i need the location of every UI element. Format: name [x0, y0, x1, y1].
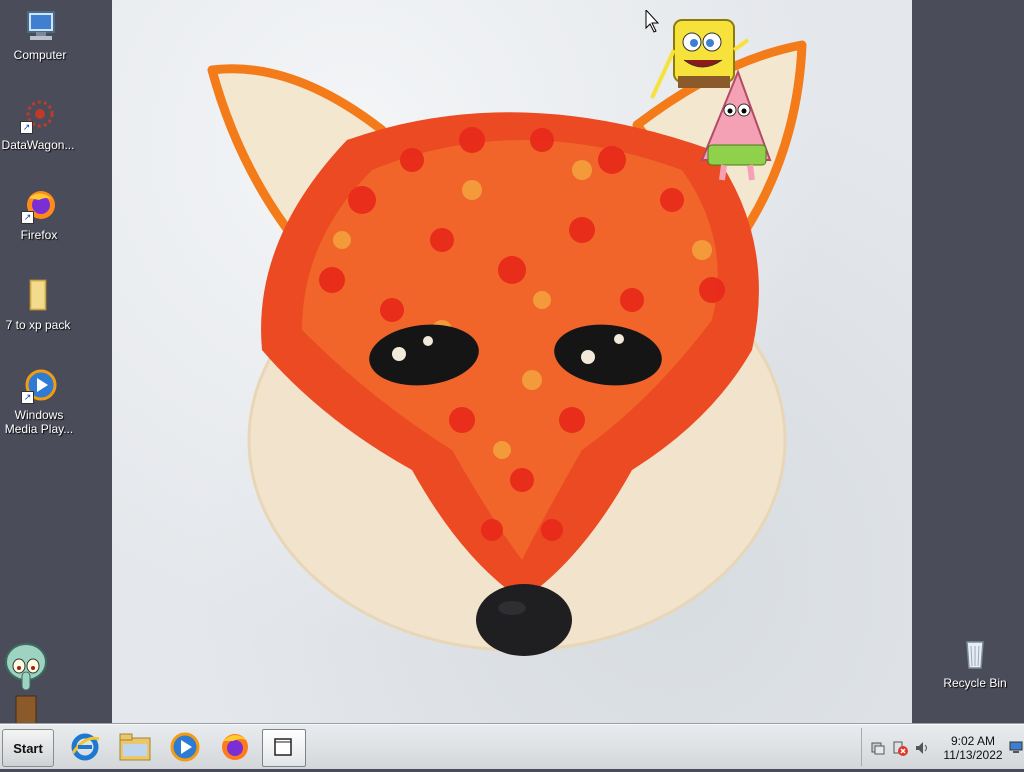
desktop-icon-label: Firefox	[20, 228, 58, 242]
taskbar-firefox[interactable]	[214, 729, 256, 765]
clock-date: 11/13/2022	[943, 748, 1003, 762]
system-tray: 9:02 AM 11/13/2022	[861, 728, 1024, 766]
taskbar-internet-explorer[interactable]	[64, 729, 106, 765]
desktop-icon-label: 7 to xp pack	[5, 318, 71, 332]
firefox-icon	[222, 734, 248, 760]
network-disconnected-icon[interactable]	[892, 740, 908, 756]
spongebob-patrick-sprite	[645, 10, 772, 181]
clock[interactable]: 9:02 AM 11/13/2022	[932, 734, 1014, 762]
desktop-icon-computer[interactable]: Computer	[0, 8, 80, 62]
taskbar: Start 9:02 AM 11/13/2022	[0, 724, 1024, 769]
media-player-icon: ↗	[21, 368, 57, 404]
desktop-icon-label: DataWagon...	[1, 138, 75, 152]
window-icon	[274, 738, 292, 756]
desktop-icon-label: Computer	[13, 48, 67, 62]
monitor-icon	[1009, 741, 1023, 753]
taskbar-active-window[interactable]	[262, 729, 306, 767]
computer-icon	[22, 8, 58, 44]
taskbar-file-explorer[interactable]	[114, 729, 156, 765]
start-button-label: Start	[13, 740, 43, 756]
desktop-icon-recycle-bin[interactable]: Recycle Bin	[935, 636, 1015, 690]
shortcut-arrow-icon: ↗	[21, 211, 34, 224]
desktop-icon-firefox[interactable]: ↗ Firefox	[0, 188, 79, 242]
desktop-wallpaper	[112, 0, 912, 724]
shortcut-arrow-icon: ↗	[20, 121, 33, 134]
volume-icon[interactable]	[914, 740, 930, 756]
fox-cake-image	[207, 40, 807, 656]
media-player-icon	[170, 732, 200, 762]
clock-time: 9:02 AM	[950, 734, 996, 748]
folder-icon	[20, 278, 56, 314]
datawagon-icon: ↗	[20, 98, 56, 134]
start-button[interactable]: Start	[2, 729, 54, 767]
firefox-icon: ↗	[21, 188, 57, 224]
show-desktop-button[interactable]	[1008, 728, 1024, 772]
desktop-icon-label: Windows Media Play...	[4, 408, 74, 436]
desktop-icon-windows-media-player[interactable]: ↗ Windows Media Play...	[0, 368, 79, 436]
shortcut-arrow-icon: ↗	[21, 391, 34, 404]
recycle-bin-icon	[957, 636, 993, 672]
desktop-icon-label: Recycle Bin	[943, 676, 1007, 690]
action-center-icon[interactable]	[870, 740, 886, 756]
internet-explorer-icon	[71, 733, 100, 761]
desktop-icon-7-to-xp-pack[interactable]: 7 to xp pack	[0, 278, 78, 332]
folder-icon	[119, 733, 151, 761]
desktop-icon-datawagon[interactable]: ↗ DataWagon...	[0, 98, 78, 152]
taskbar-media-player[interactable]	[164, 729, 206, 765]
